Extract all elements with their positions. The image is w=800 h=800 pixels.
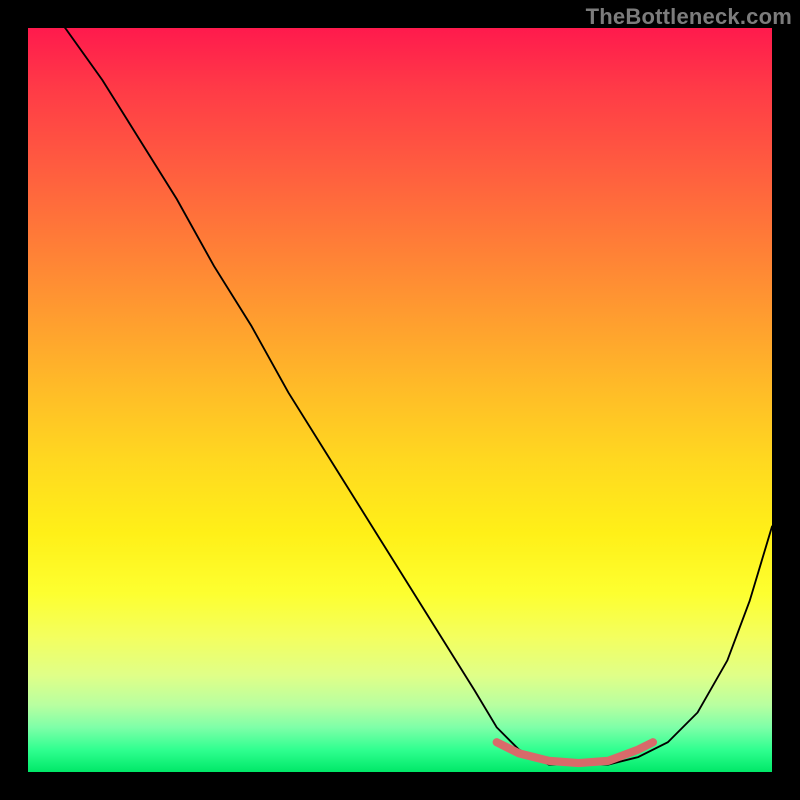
chart-frame: TheBottleneck.com [0, 0, 800, 800]
curve-layer [28, 28, 772, 772]
plot-area [28, 28, 772, 772]
bottleneck-curve [28, 28, 772, 765]
watermark-text: TheBottleneck.com [586, 4, 792, 30]
